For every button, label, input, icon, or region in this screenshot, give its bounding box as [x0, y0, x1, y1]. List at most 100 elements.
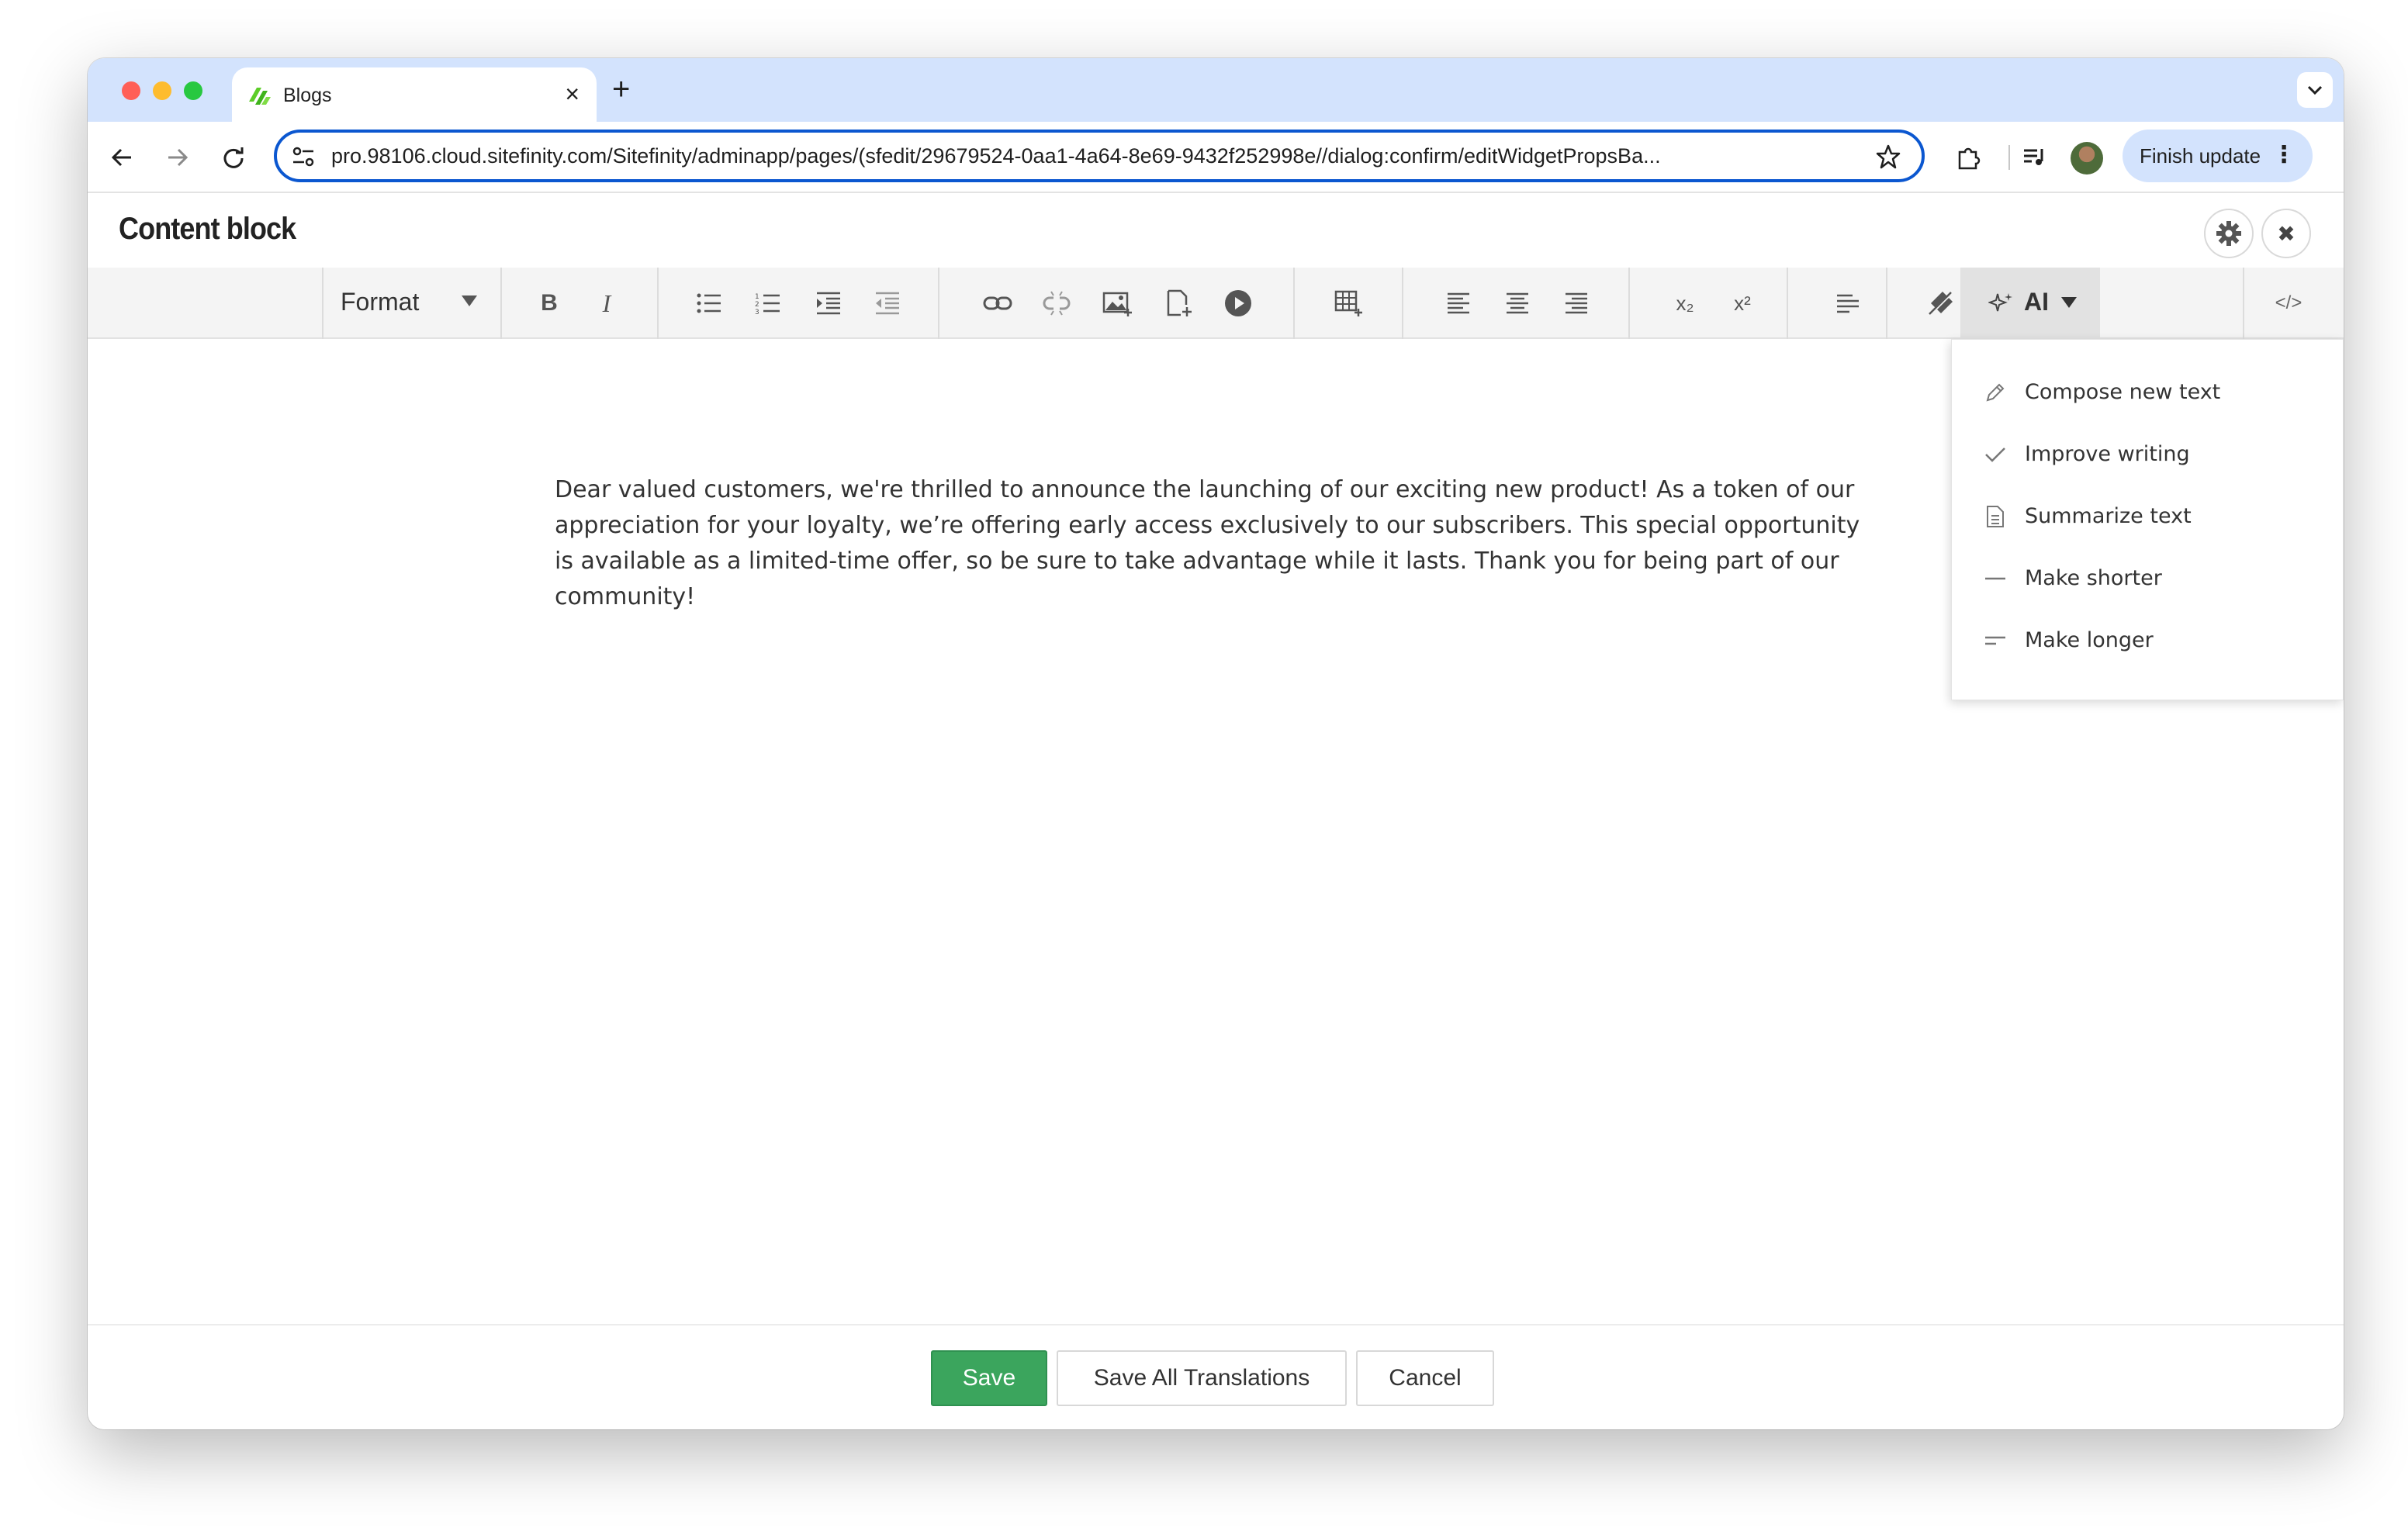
- paragraph-format-button[interactable]: [1833, 289, 1863, 318]
- long-lines-icon: [1983, 628, 2008, 653]
- maximize-window-button[interactable]: [184, 81, 202, 100]
- toolbar-separator: [1628, 268, 1630, 339]
- ai-dropdown-button[interactable]: AI: [1960, 268, 2100, 339]
- more-menu-icon[interactable]: ⋮: [2272, 143, 2296, 167]
- playlist-music-icon: [2024, 149, 2043, 165]
- tab-blogs[interactable]: Blogs ×: [232, 67, 597, 122]
- finish-update-label: Finish update: [2140, 143, 2261, 168]
- close-dialog-button[interactable]: ✖: [2261, 209, 2311, 258]
- toolbar-divider: [2008, 145, 2010, 170]
- paragraph-icon: [1837, 294, 1859, 313]
- ai-label: AI: [2024, 288, 2049, 316]
- ai-caret-icon: [2061, 297, 2077, 308]
- unlink-icon: [1043, 291, 1071, 316]
- close-window-button[interactable]: [122, 81, 140, 100]
- toolbar-separator: [1293, 268, 1295, 339]
- check-icon: [1983, 442, 2008, 467]
- ai-menu-label: Make longer: [2025, 628, 2154, 652]
- toolbar-separator: [322, 268, 323, 339]
- bullet-list-button[interactable]: [694, 289, 724, 318]
- tab-close-icon[interactable]: ×: [565, 80, 580, 108]
- source-code-button[interactable]: </>: [2274, 289, 2303, 318]
- italic-button[interactable]: I: [592, 289, 621, 318]
- bullet-list-icon: [697, 293, 721, 313]
- save-all-translations-button[interactable]: Save All Translations: [1057, 1350, 1347, 1406]
- indent-icon: [817, 292, 840, 315]
- puzzle-icon: [1958, 147, 1981, 170]
- toolbar-separator: [500, 268, 502, 339]
- address-bar[interactable]: pro.98106.cloud.sitefinity.com/Sitefinit…: [274, 130, 1925, 182]
- format-dropdown[interactable]: Format: [341, 288, 419, 316]
- align-right-icon: [1566, 292, 1587, 314]
- insert-video-button[interactable]: [1223, 289, 1253, 318]
- table-icon: [1334, 290, 1362, 316]
- ai-menu-item-longer[interactable]: Make longer: [1952, 610, 2343, 672]
- reload-icon: [223, 147, 244, 168]
- ai-menu-label: Make shorter: [2025, 566, 2162, 590]
- ai-menu-label: Summarize text: [2025, 504, 2192, 528]
- extensions-button[interactable]: [1953, 142, 1984, 173]
- editor-toolbar: Format B I 1 2 3 x₂ x² AI </>: [88, 268, 2344, 339]
- back-button[interactable]: [106, 142, 137, 173]
- ai-menu-label: Compose new text: [2025, 380, 2221, 404]
- ai-menu-item-summarize[interactable]: Summarize text: [1952, 486, 2343, 548]
- format-caret-icon[interactable]: [462, 295, 477, 306]
- tab-strip: Blogs × +: [88, 58, 2344, 122]
- toolbar-separator: [1402, 268, 1403, 339]
- settings-button[interactable]: [2204, 209, 2254, 258]
- clear-formatting-button[interactable]: [1926, 289, 1956, 318]
- outdent-button[interactable]: [873, 289, 902, 318]
- cancel-button[interactable]: Cancel: [1356, 1350, 1494, 1406]
- ai-dropdown-menu: Compose new text Improve writing Summari…: [1951, 339, 2344, 700]
- insert-image-button[interactable]: [1102, 289, 1132, 318]
- media-controls-button[interactable]: [2019, 142, 2050, 173]
- browser-toolbar: pro.98106.cloud.sitefinity.com/Sitefinit…: [88, 122, 2344, 193]
- short-line-icon: [1983, 566, 2008, 591]
- browser-window: Blogs × + pro.98106.cloud.sitefinity.com…: [88, 58, 2344, 1429]
- site-settings-icon[interactable]: [291, 145, 316, 168]
- align-right-button[interactable]: [1562, 289, 1591, 318]
- image-icon: [1102, 292, 1132, 316]
- toolbar-separator: [1886, 268, 1887, 339]
- bookmark-star-icon[interactable]: [1875, 143, 1901, 170]
- tab-title: Blogs: [283, 85, 332, 106]
- document-add-icon: [1167, 289, 1192, 316]
- new-tab-button[interactable]: +: [612, 72, 630, 106]
- profile-avatar[interactable]: [2071, 142, 2103, 175]
- document-icon: [1983, 504, 2008, 529]
- svg-text:1: 1: [755, 293, 759, 301]
- dialog-header: Content block ✖: [88, 193, 2344, 268]
- indent-button[interactable]: [814, 289, 843, 318]
- chevron-down-icon: [2307, 85, 2323, 95]
- dialog-title: Content block: [119, 212, 296, 246]
- ai-menu-label: Improve writing: [2025, 442, 2190, 466]
- play-circle-icon: [1225, 290, 1251, 316]
- unlink-button[interactable]: [1042, 289, 1071, 318]
- align-center-icon: [1507, 292, 1528, 314]
- url-text[interactable]: pro.98106.cloud.sitefinity.com/Sitefinit…: [331, 144, 1852, 168]
- editor-content[interactable]: Dear valued customers, we're thrilled to…: [555, 472, 1873, 615]
- save-button[interactable]: Save: [931, 1350, 1047, 1406]
- dialog-footer: Save Save All Translations Cancel: [88, 1324, 2344, 1429]
- insert-document-button[interactable]: [1164, 289, 1194, 318]
- eraser-icon: [1928, 291, 1954, 317]
- align-center-button[interactable]: [1503, 289, 1532, 318]
- forward-button[interactable]: [162, 142, 193, 173]
- numbered-list-button[interactable]: 1 2 3: [753, 289, 783, 318]
- insert-table-button[interactable]: [1334, 289, 1363, 318]
- arrow-left-icon: [111, 148, 131, 167]
- minimize-window-button[interactable]: [153, 81, 171, 100]
- insert-link-button[interactable]: [983, 289, 1012, 318]
- ai-menu-item-compose[interactable]: Compose new text: [1952, 361, 2343, 423]
- tab-search-button[interactable]: [2297, 72, 2333, 108]
- svg-text:2: 2: [755, 301, 759, 309]
- subscript-button[interactable]: x₂: [1670, 289, 1700, 318]
- bold-button[interactable]: B: [535, 289, 564, 318]
- finish-update-button[interactable]: Finish update ⋮: [2123, 130, 2313, 182]
- reload-button[interactable]: [218, 142, 249, 173]
- toolbar-separator: [938, 268, 939, 339]
- ai-menu-item-shorter[interactable]: Make shorter: [1952, 548, 2343, 610]
- ai-menu-item-improve[interactable]: Improve writing: [1952, 423, 2343, 486]
- superscript-button[interactable]: x²: [1728, 289, 1757, 318]
- align-left-button[interactable]: [1444, 289, 1473, 318]
